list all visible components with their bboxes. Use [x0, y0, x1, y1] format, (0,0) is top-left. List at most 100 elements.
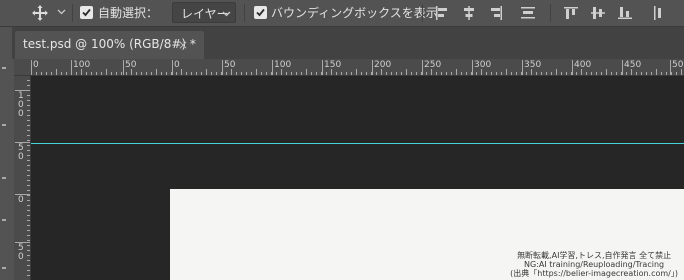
ruler-minor-tick [411, 72, 412, 75]
ruler-minor-tick [341, 72, 342, 75]
ruler-minor-tick [151, 72, 152, 75]
options-separator [72, 4, 73, 22]
ruler-minor-tick [361, 72, 362, 75]
ruler-minor-tick [286, 72, 287, 75]
ruler-minor-tick [136, 72, 137, 75]
move-tool-icon[interactable] [31, 4, 49, 22]
ruler-minor-tick [556, 69, 557, 75]
ruler-minor-tick [111, 72, 112, 75]
align-horizontal-centers-icon[interactable] [460, 4, 478, 22]
ruler-minor-tick [416, 72, 417, 75]
ruler-minor-tick [626, 72, 627, 75]
ruler-tick-label: 150 [324, 60, 342, 70]
tool-marker [2, 124, 6, 126]
ruler-minor-tick [396, 72, 397, 75]
align-vertical-centers-icon[interactable] [589, 4, 607, 22]
ruler-minor-tick [356, 69, 357, 75]
ruler-minor-tick [471, 72, 472, 75]
ruler-major-tick [322, 60, 323, 75]
show-bounding-box-label: バウンディングボックスを表示 [271, 6, 438, 20]
ruler-minor-tick [27, 180, 30, 181]
options-separator [244, 4, 245, 22]
distribute-horizontal-icon[interactable] [651, 4, 669, 22]
vertical-ruler[interactable]: 100 50 0 50 [14, 76, 31, 280]
ruler-minor-tick [281, 69, 282, 75]
ruler-minor-tick [446, 72, 447, 75]
ruler-minor-tick [461, 72, 462, 75]
ruler-minor-tick [656, 69, 657, 75]
ruler-minor-tick [351, 72, 352, 75]
ruler-minor-tick [51, 72, 52, 75]
ruler-minor-tick [431, 69, 432, 75]
ruler-minor-tick [591, 72, 592, 75]
ruler-tick-label: 50 [224, 60, 236, 70]
ruler-minor-tick [27, 270, 30, 271]
ruler-minor-tick [27, 225, 30, 226]
ruler-minor-tick [636, 72, 637, 75]
ruler-minor-tick [501, 72, 502, 75]
ruler-minor-tick [616, 72, 617, 75]
ruler-minor-tick [331, 69, 332, 75]
ruler-minor-tick [541, 72, 542, 75]
ruler-minor-tick [27, 135, 30, 136]
ruler-minor-tick [166, 72, 167, 75]
ruler-minor-tick [571, 72, 572, 75]
ruler-minor-tick [536, 72, 537, 75]
ruler-minor-tick [511, 72, 512, 75]
ruler-minor-tick [316, 72, 317, 75]
ruler-minor-tick [196, 72, 197, 75]
ruler-minor-tick [91, 72, 92, 75]
align-right-edges-icon[interactable] [487, 4, 505, 22]
ruler-minor-tick [27, 115, 30, 116]
auto-select-checkbox[interactable] [80, 6, 93, 19]
ruler-tick-label: 0 [174, 60, 180, 70]
align-top-edges-icon[interactable] [562, 4, 580, 22]
align-left-edges-icon[interactable] [433, 4, 451, 22]
ruler-minor-tick [221, 72, 222, 75]
ruler-minor-tick [521, 72, 522, 75]
ruler-minor-tick [641, 72, 642, 75]
ruler-minor-tick [526, 72, 527, 75]
ruler-minor-tick [181, 69, 182, 75]
options-separator [422, 4, 423, 22]
document-tab[interactable]: test.psd @ 100% (RGB/8#) * × [15, 31, 204, 59]
ruler-minor-tick [231, 69, 232, 75]
ruler-minor-tick [481, 69, 482, 75]
tool-marker [2, 67, 6, 69]
distribute-vertical-icon[interactable] [519, 4, 537, 22]
document-tab-bar: test.psd @ 100% (RGB/8#) * × [12, 27, 684, 59]
ruler-minor-tick [401, 72, 402, 75]
tool-preset-chevron-down-icon[interactable] [57, 9, 66, 15]
ruler-minor-tick [186, 72, 187, 75]
ruler-minor-tick [121, 72, 122, 75]
ruler-major-tick [172, 60, 173, 75]
ruler-minor-tick [596, 72, 597, 75]
ruler-minor-tick [146, 72, 147, 75]
ruler-major-tick [71, 60, 72, 75]
ruler-minor-tick [27, 220, 30, 221]
auto-select-target-dropdown[interactable]: レイヤー [172, 2, 236, 23]
ruler-tick-label: 100 [18, 91, 24, 119]
ruler-minor-tick [27, 145, 30, 146]
horizontal-guide-line[interactable] [31, 143, 684, 144]
ruler-minor-tick [301, 72, 302, 75]
ruler-minor-tick [236, 72, 237, 75]
ruler-minor-tick [651, 72, 652, 75]
show-bounding-box-checkbox[interactable] [254, 6, 267, 19]
ruler-minor-tick [27, 235, 30, 236]
ruler-minor-tick [56, 69, 57, 75]
ruler-minor-tick [171, 72, 172, 75]
ruler-minor-tick [251, 72, 252, 75]
ruler-minor-tick [676, 72, 677, 75]
ruler-minor-tick [531, 69, 532, 75]
ruler-minor-tick [106, 69, 107, 75]
ruler-minor-tick [246, 72, 247, 75]
close-tab-icon[interactable]: × [178, 38, 188, 52]
align-bottom-edges-icon[interactable] [616, 4, 634, 22]
ruler-major-tick [572, 60, 573, 75]
ruler-minor-tick [681, 69, 682, 75]
ruler-tick-label: 50 [18, 243, 24, 262]
ruler-tick-label: 0 [33, 60, 39, 70]
ruler-minor-tick [41, 72, 42, 75]
horizontal-ruler[interactable]: 010050050100150200250300350400450500 [14, 59, 684, 76]
